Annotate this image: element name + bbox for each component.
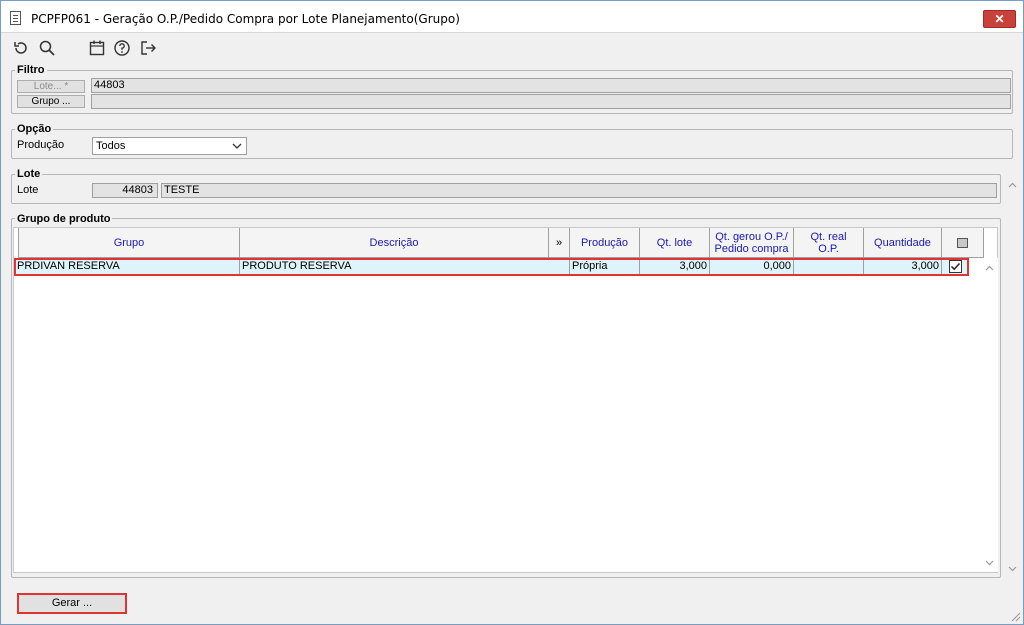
qt-real-header-line1: Qt. real — [810, 230, 847, 243]
lote-label: Lote — [17, 184, 39, 196]
square-icon — [957, 237, 968, 248]
cell-qt-lote[interactable]: 3,000 — [640, 259, 710, 275]
exit-icon[interactable] — [139, 39, 157, 57]
lote-legend: Lote — [15, 168, 43, 180]
grupo-produto-grid: Grupo Descrição » Produção Qt. lote Qt. … — [13, 227, 998, 573]
search-icon[interactable] — [38, 39, 56, 57]
main-window: PCPFP061 - Geração O.P./Pedido Compra po… — [0, 0, 1024, 625]
gerar-button[interactable]: Gerar ... — [17, 593, 127, 614]
help-icon[interactable] — [113, 39, 131, 57]
title-bar: PCPFP061 - Geração O.P./Pedido Compra po… — [1, 1, 1023, 33]
cell-grupo[interactable]: PRDIVAN RESERVA — [15, 259, 240, 275]
cell-producao[interactable]: Própria — [570, 259, 640, 275]
column-header-grupo[interactable]: Grupo — [18, 228, 240, 258]
toolbar — [1, 34, 1023, 62]
scroll-down-icon[interactable] — [985, 558, 994, 567]
qt-gerou-header-line2: Pedido compra — [714, 242, 789, 255]
window-scroll-down-icon[interactable] — [1008, 564, 1017, 576]
lote-filter-field[interactable]: 44803 — [91, 78, 1011, 93]
document-icon — [10, 11, 21, 25]
filtro-legend: Filtro — [15, 64, 47, 76]
producao-label: Produção — [17, 139, 65, 151]
opcao-legend: Opção — [15, 123, 54, 135]
select-all-checkbox[interactable] — [942, 228, 984, 258]
cell-quantidade[interactable]: 3,000 — [864, 259, 942, 275]
column-header-qt-real[interactable]: Qt. real O.P. — [794, 228, 864, 258]
grid-vertical-scrollbar[interactable] — [981, 258, 998, 572]
qt-gerou-header-line1: Qt. gerou O.P./ — [715, 230, 788, 243]
column-expand-button[interactable]: » — [549, 228, 570, 258]
column-header-producao[interactable]: Produção — [570, 228, 640, 258]
calendar-icon[interactable] — [88, 39, 106, 57]
cell-descricao[interactable]: PRODUTO RESERVA — [240, 259, 570, 275]
producao-select-value: Todos — [96, 140, 126, 152]
window-scroll-up-icon[interactable] — [1008, 181, 1017, 193]
lote-number-field: 44803 — [92, 183, 158, 198]
column-header-qt-gerou[interactable]: Qt. gerou O.P./ Pedido compra — [710, 228, 794, 258]
refresh-icon[interactable] — [12, 39, 30, 57]
lote-description-field: TESTE — [161, 183, 997, 198]
close-button[interactable]: ✕ — [983, 10, 1016, 28]
grupo-produto-legend: Grupo de produto — [15, 213, 113, 225]
window-title: PCPFP061 - Geração O.P./Pedido Compra po… — [31, 12, 460, 26]
cell-qt-gerou[interactable]: 0,000 — [710, 259, 794, 275]
column-header-descricao[interactable]: Descrição — [240, 228, 549, 258]
lote-button[interactable]: Lote... * — [17, 80, 85, 93]
grupo-button[interactable]: Grupo ... — [17, 95, 85, 108]
resize-grip-icon[interactable] — [1009, 610, 1021, 622]
column-header-qt-lote[interactable]: Qt. lote — [640, 228, 710, 258]
producao-select[interactable]: Todos — [92, 137, 247, 155]
grupo-filter-field[interactable] — [91, 94, 1011, 109]
column-header-quantidade[interactable]: Quantidade — [864, 228, 942, 258]
window-vertical-scrollbar[interactable] — [1006, 181, 1019, 576]
checkmark-icon — [948, 260, 962, 273]
cell-qt-real[interactable] — [794, 259, 864, 275]
row-checkbox[interactable] — [942, 259, 969, 275]
chevron-down-icon — [232, 140, 242, 150]
scroll-up-icon[interactable] — [985, 264, 994, 273]
qt-real-header-line2: O.P. — [818, 242, 839, 255]
